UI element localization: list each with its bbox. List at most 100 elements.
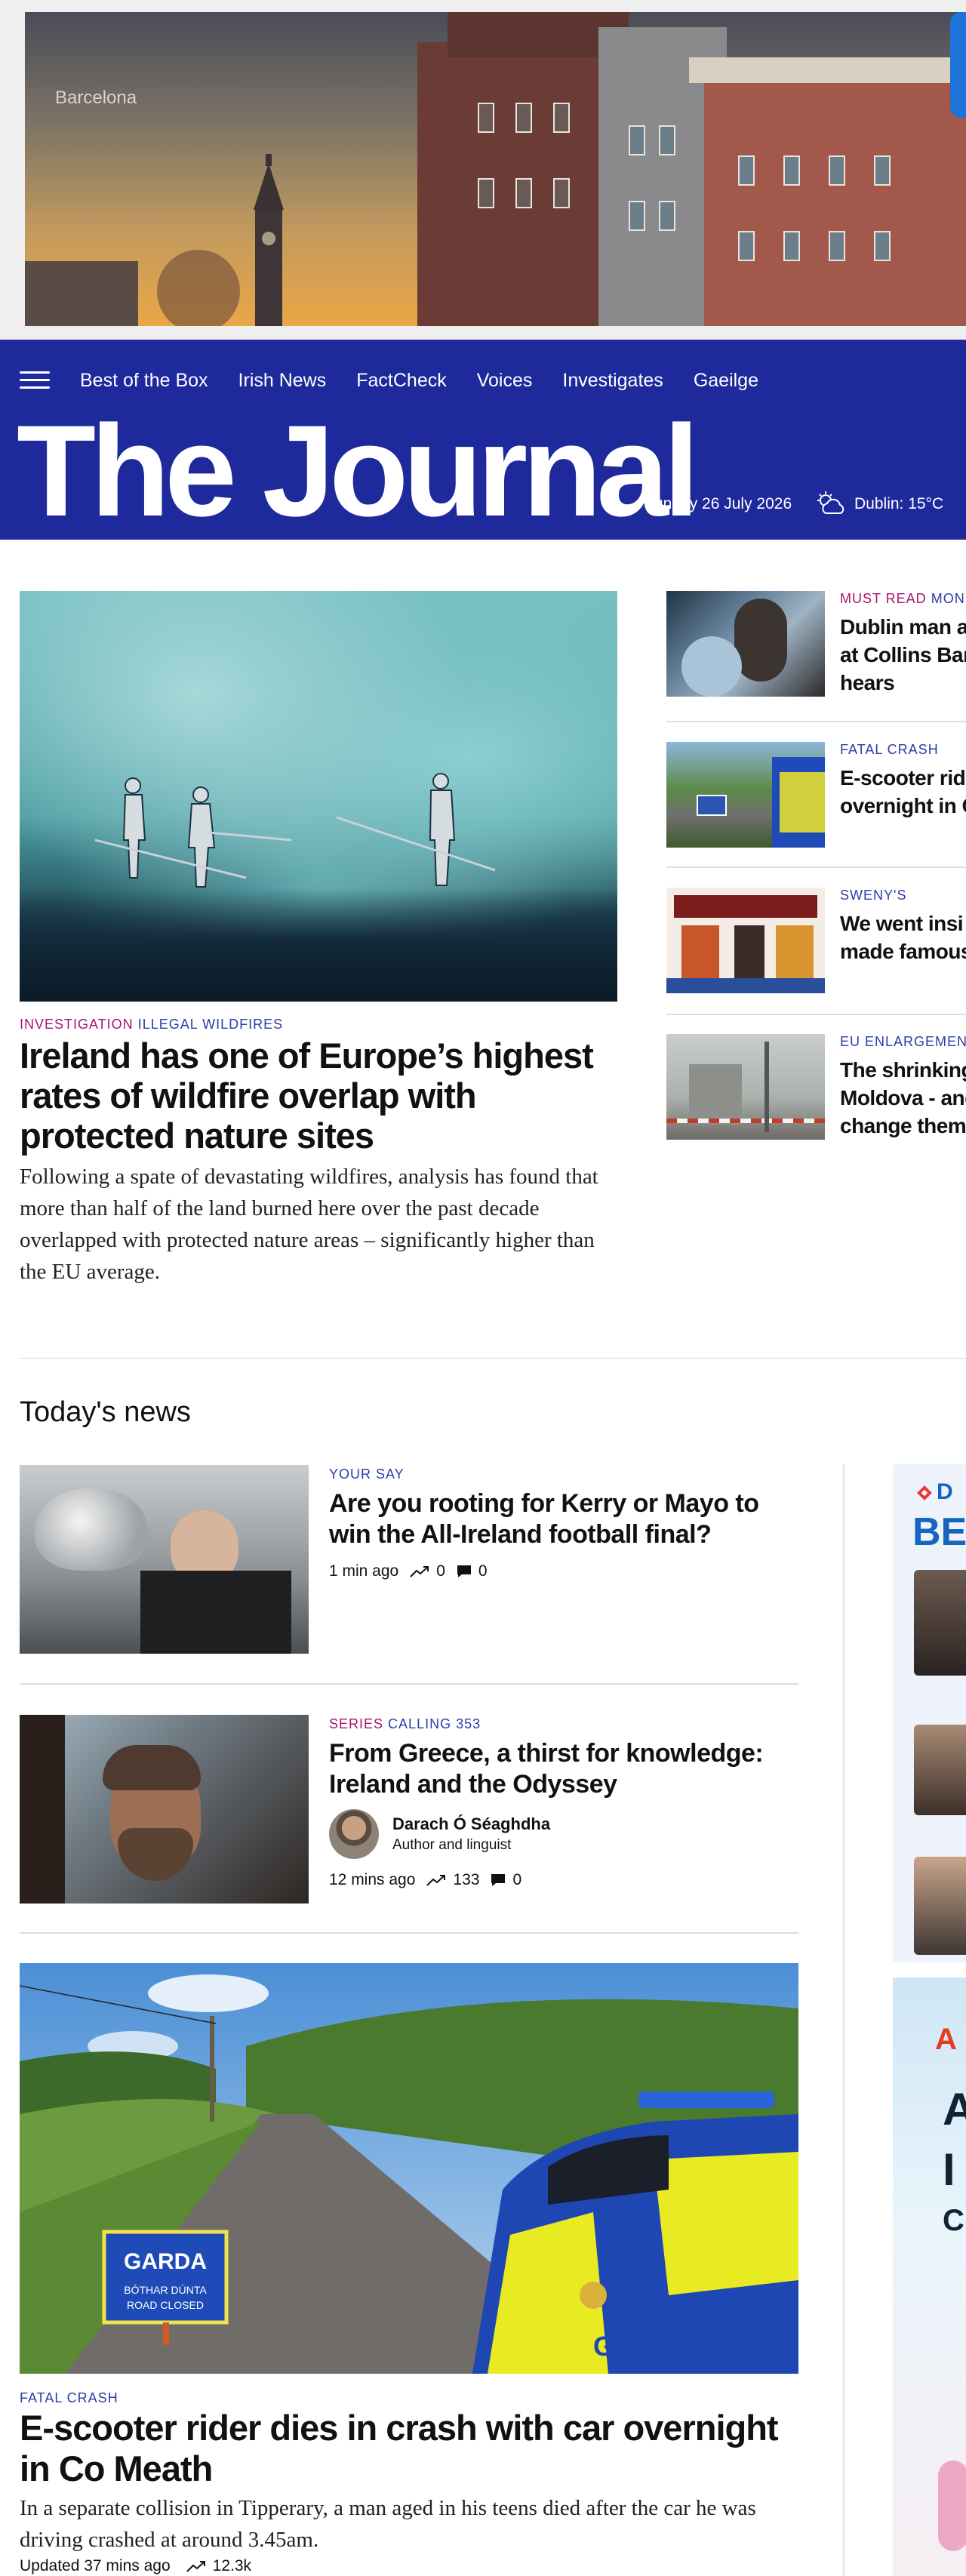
- divider: [20, 1932, 798, 1934]
- feature-headline[interactable]: E-scooter rider dies in crash with car o…: [20, 2408, 798, 2489]
- city-skyline-illustration: [25, 12, 966, 326]
- nav-item-factcheck[interactable]: FactCheck: [356, 370, 446, 392]
- partner-logo-icon: [917, 1485, 932, 1500]
- kicker-secondary[interactable]: SWENY'S: [840, 888, 906, 903]
- nav-item-investigates[interactable]: Investigates: [562, 370, 663, 392]
- road-closed-scene-illustration: GARDA BÓTHAR DÚNTA ROAD CLOSED GARDA: [20, 1963, 798, 2374]
- sidebar-story-3[interactable]: SWENY'S We went insi made famous: [666, 888, 966, 993]
- divider: [666, 1014, 966, 1015]
- section-divider: [20, 1358, 966, 1359]
- view-count: 133: [453, 1871, 480, 1888]
- sidebar-story-thumb[interactable]: [666, 1034, 825, 1140]
- feature-kicker: FATAL CRASH: [20, 2390, 118, 2406]
- story-stats: 1 min ago 0 0: [329, 1562, 797, 1580]
- site-logo[interactable]: The Journal: [17, 406, 700, 536]
- lead-kicker: INVESTIGATION ILLEGAL WILDFIRES: [20, 1017, 283, 1033]
- story-time: Updated 37 mins ago: [20, 2557, 171, 2574]
- story-title[interactable]: From Greece, a thirst for knowledge: Ire…: [329, 1738, 797, 1800]
- partner-thumb[interactable]: [914, 1725, 966, 1815]
- menu-icon[interactable]: [20, 371, 50, 391]
- trending-icon: [186, 2561, 205, 2572]
- sidebar-story-thumb[interactable]: [666, 742, 825, 848]
- sign-garda-text: GARDA: [124, 2249, 207, 2274]
- comment-icon: [457, 1565, 471, 1577]
- kicker-secondary[interactable]: ILLEGAL WILDFIRES: [138, 1017, 283, 1032]
- feature-stats: Updated 37 mins ago 12.3k: [20, 2557, 251, 2575]
- masthead-date: Sunday 26 July 2026: [644, 495, 792, 512]
- author-avatar[interactable]: [329, 1809, 379, 1859]
- lead-headline[interactable]: Ireland has one of Europe’s highest rate…: [20, 1036, 616, 1156]
- divider: [666, 721, 966, 722]
- partner-promo[interactable]: D BES: [893, 1464, 966, 1962]
- sidebar-advert[interactable]: A A I C: [893, 1977, 966, 2576]
- lead-summary: Following a spate of devastating wildfir…: [20, 1165, 598, 1284]
- section-heading-todays-news: Today's news: [20, 1396, 191, 1428]
- main-nav: Best of the Box Irish News FactCheck Voi…: [80, 370, 758, 392]
- divider: [666, 866, 966, 868]
- nav-item-voices[interactable]: Voices: [477, 370, 533, 392]
- kicker-secondary[interactable]: MON: [931, 591, 965, 606]
- kicker-secondary[interactable]: FATAL CRASH: [20, 2390, 118, 2405]
- comment-count[interactable]: 0: [478, 1562, 488, 1580]
- nav-item-irish-news[interactable]: Irish News: [238, 370, 327, 392]
- kicker-primary[interactable]: SERIES: [329, 1716, 383, 1731]
- partner-thumb[interactable]: [914, 1570, 966, 1676]
- partner-heading: BES: [912, 1510, 966, 1554]
- story-thumb-kerry-mayo[interactable]: [20, 1465, 309, 1654]
- author-name[interactable]: Darach Ó Séaghdha: [392, 1814, 550, 1834]
- story-item-2: SERIES CALLING 353 From Greece, a thirst…: [329, 1716, 797, 1889]
- advert-line: C: [943, 2204, 964, 2237]
- sidebar-story-title[interactable]: We went insi made famous: [840, 909, 966, 965]
- feature-summary: In a separate collision in Tipperary, a …: [20, 2496, 756, 2552]
- partner-thumb[interactable]: [914, 1857, 966, 1955]
- ad-banner-area: Barcelona: [0, 0, 966, 340]
- partner-brand: D: [937, 1479, 953, 1504]
- divider: [20, 1683, 798, 1685]
- partly-cloudy-icon: [817, 491, 844, 514]
- author-byline[interactable]: Darach Ó Séaghdha Author and linguist: [329, 1809, 797, 1859]
- ad-side-button[interactable]: [950, 12, 966, 118]
- nav-item-gaeilge[interactable]: Gaeilge: [694, 370, 758, 392]
- ad-banner-image[interactable]: Barcelona: [25, 12, 966, 326]
- kicker-secondary[interactable]: FATAL CRASH: [840, 742, 939, 757]
- page: Barcelona Best of the Box Irish News Fac…: [0, 0, 966, 2576]
- advert-line: A: [935, 2023, 957, 2056]
- kicker-secondary[interactable]: EU ENLARGEMEN: [840, 1034, 966, 1049]
- feature-story-image[interactable]: GARDA BÓTHAR DÚNTA ROAD CLOSED GARDA: [20, 1963, 798, 2374]
- advert-line: I: [943, 2144, 955, 2195]
- sidebar-story-title[interactable]: The shrinking Moldova - and change them: [840, 1056, 966, 1140]
- view-count: 0: [436, 1562, 445, 1580]
- story-item-1: YOUR SAY Are you rooting for Kerry or Ma…: [329, 1467, 797, 1580]
- author-role: Author and linguist: [392, 1837, 512, 1853]
- nav-item-best-of-the-box[interactable]: Best of the Box: [80, 370, 208, 392]
- ad-caption: Barcelona: [55, 88, 137, 108]
- view-count: 12.3k: [212, 2557, 252, 2574]
- story-title[interactable]: Are you rooting for Kerry or Mayo to win…: [329, 1488, 797, 1550]
- sidebar-story-title[interactable]: Dublin man a at Collins Bar hears: [840, 613, 966, 697]
- sidebar-story-1[interactable]: MUST READ MON Dublin man a at Collins Ba…: [666, 591, 966, 697]
- story-stats: 12 mins ago 133 0: [329, 1871, 797, 1889]
- sign-english-text: ROAD CLOSED: [127, 2299, 204, 2311]
- kicker-primary[interactable]: INVESTIGATION: [20, 1017, 134, 1032]
- sidebar-story-thumb[interactable]: [666, 591, 825, 697]
- sign-irish-text: BÓTHAR DÚNTA: [124, 2284, 207, 2296]
- kicker-secondary[interactable]: CALLING 353: [388, 1716, 481, 1731]
- story-time: 1 min ago: [329, 1562, 399, 1580]
- story-thumb-odyssey[interactable]: [20, 1715, 309, 1904]
- weather-readout: Dublin: 15°C: [854, 495, 944, 512]
- trending-icon: [426, 1875, 446, 1886]
- comment-icon: [491, 1874, 506, 1886]
- story-time: 12 mins ago: [329, 1871, 416, 1888]
- lead-story-image[interactable]: [20, 591, 617, 1002]
- sidebar-story-title[interactable]: E-scooter ride overnight in C: [840, 764, 966, 820]
- kicker-secondary[interactable]: YOUR SAY: [329, 1467, 405, 1482]
- sidebar-story-4[interactable]: EU ENLARGEMEN The shrinking Moldova - an…: [666, 1034, 966, 1140]
- sidebar-story-2[interactable]: FATAL CRASH E-scooter ride overnight in …: [666, 742, 966, 848]
- kicker-primary[interactable]: MUST READ: [840, 591, 927, 606]
- sidebar-story-thumb[interactable]: [666, 888, 825, 993]
- firefighters-illustration: [94, 773, 496, 888]
- masthead: Best of the Box Irish News FactCheck Voi…: [0, 340, 966, 540]
- trending-icon: [410, 1566, 429, 1577]
- comment-count[interactable]: 0: [512, 1871, 521, 1889]
- car-garda-text: GARDA: [593, 2331, 693, 2362]
